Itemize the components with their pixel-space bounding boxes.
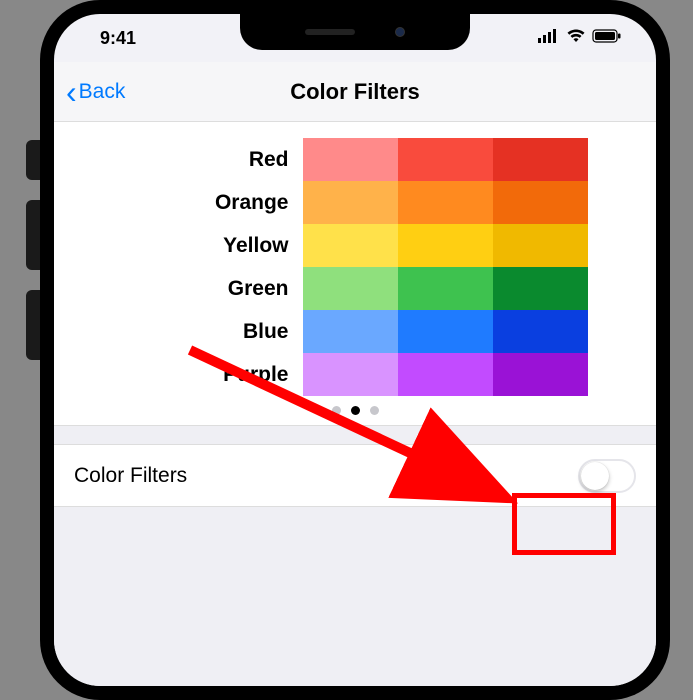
status-icons (538, 29, 622, 48)
color-filters-row: Color Filters (54, 445, 656, 507)
cellular-icon (538, 29, 560, 48)
color-swatch (303, 267, 398, 310)
battery-icon (592, 29, 622, 48)
page-indicator[interactable] (332, 406, 379, 415)
color-row: Purple (123, 353, 588, 396)
color-swatch (398, 267, 493, 310)
notch (240, 14, 470, 50)
page-dot[interactable] (332, 406, 341, 415)
status-time: 9:41 (100, 28, 136, 49)
color-swatch (493, 310, 588, 353)
page-title: Color Filters (290, 79, 420, 105)
color-row: Blue (123, 310, 588, 353)
section-gap (54, 425, 656, 445)
color-swatch (303, 138, 398, 181)
setting-label: Color Filters (74, 464, 187, 488)
color-swatch (303, 181, 398, 224)
speaker-grille (305, 29, 355, 35)
color-swatch (493, 181, 588, 224)
color-row: Green (123, 267, 588, 310)
color-row: Red (123, 138, 588, 181)
color-swatch (493, 224, 588, 267)
color-filters-toggle[interactable] (578, 459, 636, 493)
swatch-row (303, 267, 588, 310)
front-camera (395, 27, 405, 37)
color-preview-section[interactable]: Red Orange Yellow Green Blue Purple (54, 122, 656, 425)
color-swatch (493, 138, 588, 181)
phone-frame: 9:41 ‹ Back Color Filters (40, 0, 670, 700)
color-label: Yellow (123, 234, 303, 258)
back-label: Back (79, 80, 126, 104)
color-row: Yellow (123, 224, 588, 267)
mute-switch (26, 140, 40, 180)
volume-up-button (26, 200, 40, 270)
swatch-row (303, 138, 588, 181)
color-swatch (398, 224, 493, 267)
page-dot[interactable] (351, 406, 360, 415)
color-label: Blue (123, 320, 303, 344)
color-swatch (398, 310, 493, 353)
color-row: Orange (123, 181, 588, 224)
chevron-left-icon: ‹ (66, 76, 77, 108)
color-swatch (398, 181, 493, 224)
page-dot[interactable] (370, 406, 379, 415)
back-button[interactable]: ‹ Back (66, 76, 125, 108)
volume-down-button (26, 290, 40, 360)
screen: 9:41 ‹ Back Color Filters (54, 14, 656, 686)
wifi-icon (566, 29, 586, 48)
color-swatch (303, 310, 398, 353)
color-swatch (303, 224, 398, 267)
color-swatch (398, 353, 493, 396)
color-swatch (493, 353, 588, 396)
content: Red Orange Yellow Green Blue Purple Color Fil… (54, 122, 656, 686)
nav-bar: ‹ Back Color Filters (54, 62, 656, 122)
color-label: Orange (123, 191, 303, 215)
color-label: Green (123, 277, 303, 301)
color-swatch (493, 267, 588, 310)
color-swatch (398, 138, 493, 181)
swatch-row (303, 224, 588, 267)
swatch-row (303, 353, 588, 396)
toggle-knob (581, 462, 609, 490)
color-label: Purple (123, 363, 303, 387)
swatch-row (303, 310, 588, 353)
color-swatch (303, 353, 398, 396)
swatch-row (303, 181, 588, 224)
footer-gap (54, 507, 656, 537)
color-label: Red (123, 148, 303, 172)
